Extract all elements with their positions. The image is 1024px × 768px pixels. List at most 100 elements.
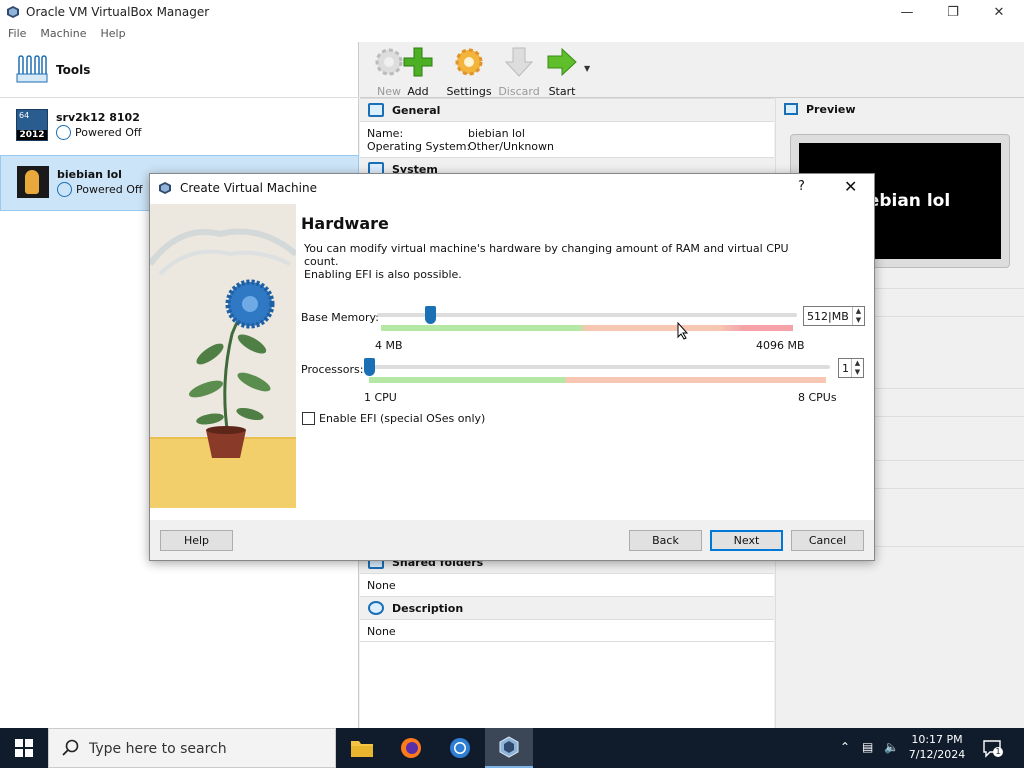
main-toolbar: New Add Settings Discard Start ▼: [360, 42, 1024, 98]
restore-button[interactable]: ❐: [930, 0, 976, 24]
vm-state: Powered Off: [75, 126, 142, 139]
window-title: Oracle VM VirtualBox Manager: [26, 5, 210, 19]
power-off-icon: [56, 125, 71, 140]
back-button[interactable]: Back: [629, 530, 702, 551]
cpu-value: 1: [842, 362, 849, 375]
os-value: Other/Unknown: [468, 140, 555, 153]
base-memory-label: Base Memory:: [301, 311, 379, 324]
firefox-icon: [401, 738, 421, 758]
memory-scale-bar: [381, 325, 793, 331]
next-button[interactable]: Next: [710, 530, 783, 551]
vm-item-srv2k12[interactable]: 64 2012 srv2k12 8102 Powered Off: [0, 99, 359, 155]
description-icon: [368, 601, 384, 615]
start-dropdown-chevron-icon[interactable]: ▼: [584, 64, 590, 73]
memory-max-label: 4096 MB: [756, 339, 805, 352]
start-button[interactable]: [0, 728, 48, 768]
notifications-icon[interactable]: 1: [982, 738, 1003, 758]
description-section-header[interactable]: Description: [360, 596, 774, 620]
menu-bar: File Machine Help: [0, 24, 1024, 42]
shared-folders-value: None: [367, 579, 396, 592]
taskbar-clock[interactable]: 10:17 PM 7/12/2024: [904, 732, 970, 762]
cpu-spin-arrows-icon[interactable]: ▲ ▼: [851, 359, 863, 377]
description-value: None: [367, 625, 396, 638]
menu-file[interactable]: File: [8, 27, 26, 40]
memory-min-label: 4 MB: [375, 339, 403, 352]
dialog-title: Create Virtual Machine: [180, 181, 317, 195]
dialog-button-bar: Help Back Next Cancel: [150, 520, 874, 560]
taskbar: Type here to search ⌃ ▤ 🔈 10:17 PM 7/12/…: [0, 728, 1024, 768]
tools-icon: [16, 55, 48, 83]
enable-efi-checkbox[interactable]: [302, 412, 315, 425]
search-icon: [62, 739, 79, 756]
tools-item[interactable]: Tools: [0, 42, 359, 98]
browser-icon: [450, 738, 470, 758]
enable-efi-label[interactable]: Enable EFI (special OSes only): [319, 412, 485, 425]
minimize-button[interactable]: —: [884, 0, 930, 24]
cancel-button[interactable]: Cancel: [791, 530, 864, 551]
memory-slider-track[interactable]: [377, 313, 797, 317]
name-value: biebian lol: [468, 127, 525, 140]
cpu-max-label: 8 CPUs: [798, 391, 837, 404]
memory-spin-arrows-icon[interactable]: ▲ ▼: [852, 307, 864, 325]
wizard-page-description: You can modify virtual machine's hardwar…: [304, 242, 789, 281]
cpu-min-label: 1 CPU: [364, 391, 397, 404]
virtualbox-taskbar-button[interactable]: [485, 728, 533, 768]
vm-name: srv2k12 8102: [56, 111, 140, 124]
start-arrow-icon: [547, 47, 577, 77]
dialog-help-button[interactable]: ?: [798, 179, 805, 194]
settings-gear-icon: [455, 48, 483, 76]
dialog-titlebar: Create Virtual Machine ? ✕: [150, 174, 874, 202]
search-placeholder: Type here to search: [89, 741, 227, 757]
file-explorer-taskbar-button[interactable]: [338, 728, 386, 768]
taskbar-search-box[interactable]: Type here to search: [48, 728, 336, 768]
cpu-scale-bar: [369, 377, 826, 383]
memory-value: 512: [807, 310, 828, 323]
name-key: Name:: [367, 127, 404, 140]
volume-muted-icon[interactable]: 🔈: [884, 740, 899, 754]
notification-count: 1: [993, 747, 1003, 757]
vm-state: Powered Off: [76, 183, 143, 196]
cpu-slider-track[interactable]: [365, 365, 830, 369]
general-monitor-icon: [368, 103, 384, 117]
menu-help[interactable]: Help: [100, 27, 125, 40]
tools-label: Tools: [56, 63, 91, 77]
power-off-icon: [57, 182, 72, 197]
os-key: Operating System:: [367, 140, 471, 153]
preview-header[interactable]: Preview: [776, 98, 1024, 122]
windows-2012-os-icon: 64 2012: [16, 109, 48, 141]
processors-label: Processors:: [301, 363, 364, 376]
memory-unit: MB: [831, 310, 849, 323]
virtualbox-logo-icon: [159, 182, 171, 194]
discard-arrow-icon: [504, 47, 534, 77]
vm-name: biebian lol: [57, 168, 122, 181]
tray-chevron-icon[interactable]: ⌃: [840, 740, 850, 754]
help-button[interactable]: Help: [160, 530, 233, 551]
close-window-button[interactable]: ✕: [976, 0, 1022, 24]
add-plus-icon: [403, 47, 433, 77]
other-os-icon: [17, 166, 49, 198]
memory-slider-thumb[interactable]: [424, 306, 436, 324]
settings-button[interactable]: Settings: [444, 44, 494, 98]
menu-machine[interactable]: Machine: [40, 27, 86, 40]
cpu-spinbox[interactable]: 1 ▲ ▼: [838, 358, 864, 378]
memory-spinbox[interactable]: 512|MB ▲ ▼: [803, 306, 865, 326]
mouse-cursor-icon: [677, 322, 689, 340]
virtualbox-logo-icon: [7, 6, 19, 18]
wizard-page-heading: Hardware: [301, 214, 389, 233]
network-icon[interactable]: ▤: [862, 740, 873, 754]
add-button[interactable]: Add: [393, 44, 443, 98]
create-vm-dialog: Create Virtual Machine ? ✕ Hardware You …: [149, 173, 875, 561]
general-section-header[interactable]: General: [360, 98, 774, 122]
window-titlebar: Oracle VM VirtualBox Manager — ❐ ✕: [0, 0, 1024, 24]
dialog-close-button[interactable]: ✕: [844, 177, 857, 196]
chrome-taskbar-button[interactable]: [436, 728, 484, 768]
firefox-taskbar-button[interactable]: [387, 728, 435, 768]
virtualbox-logo-icon: [499, 736, 519, 758]
flower-pot-illustration: [150, 204, 296, 508]
start-button[interactable]: Start: [537, 44, 587, 98]
cpu-slider-thumb[interactable]: [364, 358, 375, 376]
folder-icon: [351, 741, 373, 757]
preview-monitor-icon: [784, 103, 798, 115]
wizard-illustration: [150, 204, 296, 508]
dialog-body: Hardware You can modify virtual machine'…: [150, 202, 874, 520]
